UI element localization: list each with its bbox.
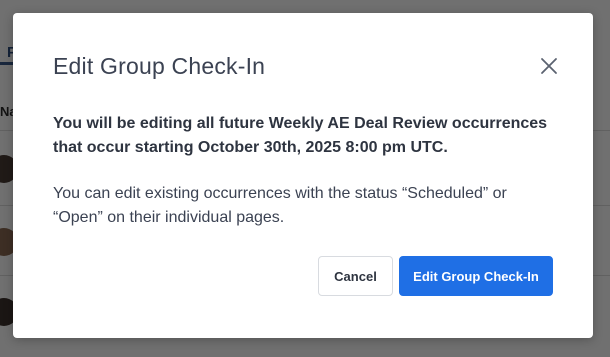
cancel-button[interactable]: Cancel xyxy=(318,256,393,296)
info-text: You can edit existing occurrences with t… xyxy=(53,185,507,226)
edit-group-check-in-dialog: Edit Group Check-In You will be editing … xyxy=(13,13,593,338)
edit-group-check-in-button[interactable]: Edit Group Check-In xyxy=(399,256,553,296)
close-button[interactable] xyxy=(537,54,561,78)
close-icon xyxy=(537,54,561,78)
dialog-title: Edit Group Check-In xyxy=(53,53,266,79)
warning-text: You will be editing all future Weekly AE… xyxy=(53,115,548,156)
